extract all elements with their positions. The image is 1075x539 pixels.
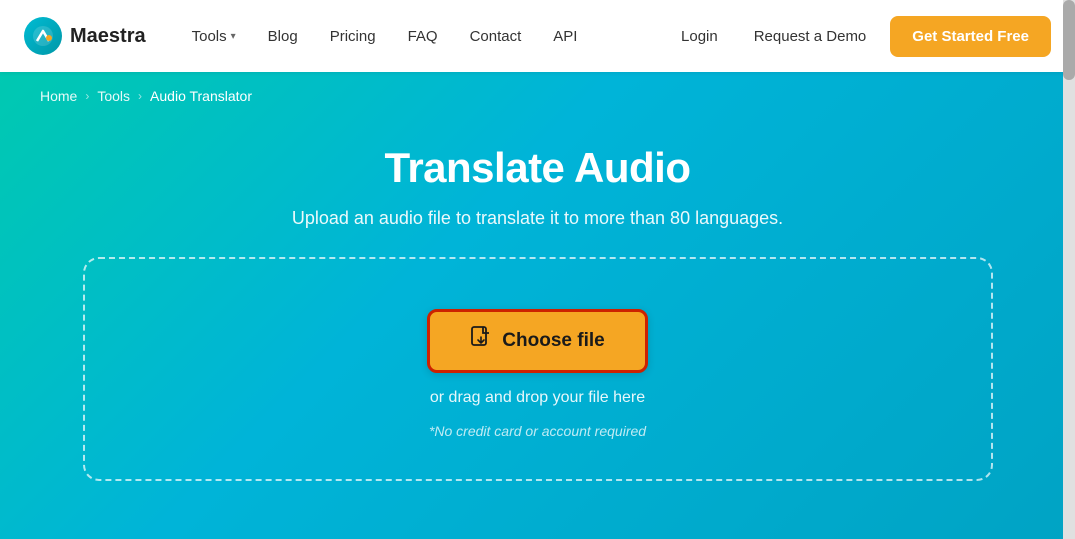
breadcrumb-sep-1: › [85, 89, 89, 103]
hero-subtitle: Upload an audio file to translate it to … [40, 208, 1035, 229]
nav-links: Tools ▾ Blog Pricing FAQ Contact API [178, 20, 669, 53]
nav-item-faq[interactable]: FAQ [394, 20, 452, 53]
choose-file-button[interactable]: Choose file [427, 309, 647, 373]
page-title: Translate Audio [40, 144, 1035, 192]
choose-file-label: Choose file [502, 330, 604, 352]
logo-icon [24, 17, 62, 55]
request-demo-link[interactable]: Request a Demo [742, 20, 879, 53]
no-credit-card-note: *No credit card or account required [429, 423, 646, 439]
breadcrumb-tools[interactable]: Tools [97, 88, 130, 104]
hero-section: Translate Audio Upload an audio file to … [40, 124, 1035, 257]
file-drop-zone[interactable]: Choose file or drag and drop your file h… [83, 257, 993, 481]
login-link[interactable]: Login [669, 20, 730, 53]
nav-item-contact[interactable]: Contact [456, 20, 536, 53]
drag-drop-text: or drag and drop your file here [430, 389, 645, 407]
navbar: Maestra Tools ▾ Blog Pricing FAQ Contact… [0, 0, 1075, 72]
breadcrumb: Home › Tools › Audio Translator [40, 72, 1035, 124]
main-content: Home › Tools › Audio Translator Translat… [0, 72, 1075, 539]
breadcrumb-current: Audio Translator [150, 88, 252, 104]
breadcrumb-sep-2: › [138, 89, 142, 103]
scrollbar-thumb[interactable] [1063, 0, 1075, 80]
nav-item-pricing[interactable]: Pricing [316, 20, 390, 53]
nav-item-blog[interactable]: Blog [254, 20, 312, 53]
get-started-button[interactable]: Get Started Free [890, 16, 1051, 57]
file-icon [470, 326, 492, 356]
logo-text: Maestra [70, 25, 146, 48]
nav-right: Login Request a Demo Get Started Free [669, 16, 1051, 57]
chevron-down-icon: ▾ [231, 31, 236, 42]
nav-item-api[interactable]: API [539, 20, 591, 53]
breadcrumb-home[interactable]: Home [40, 88, 77, 104]
logo[interactable]: Maestra [24, 17, 146, 55]
scrollbar-track[interactable] [1063, 0, 1075, 539]
nav-item-tools[interactable]: Tools ▾ [178, 20, 250, 53]
